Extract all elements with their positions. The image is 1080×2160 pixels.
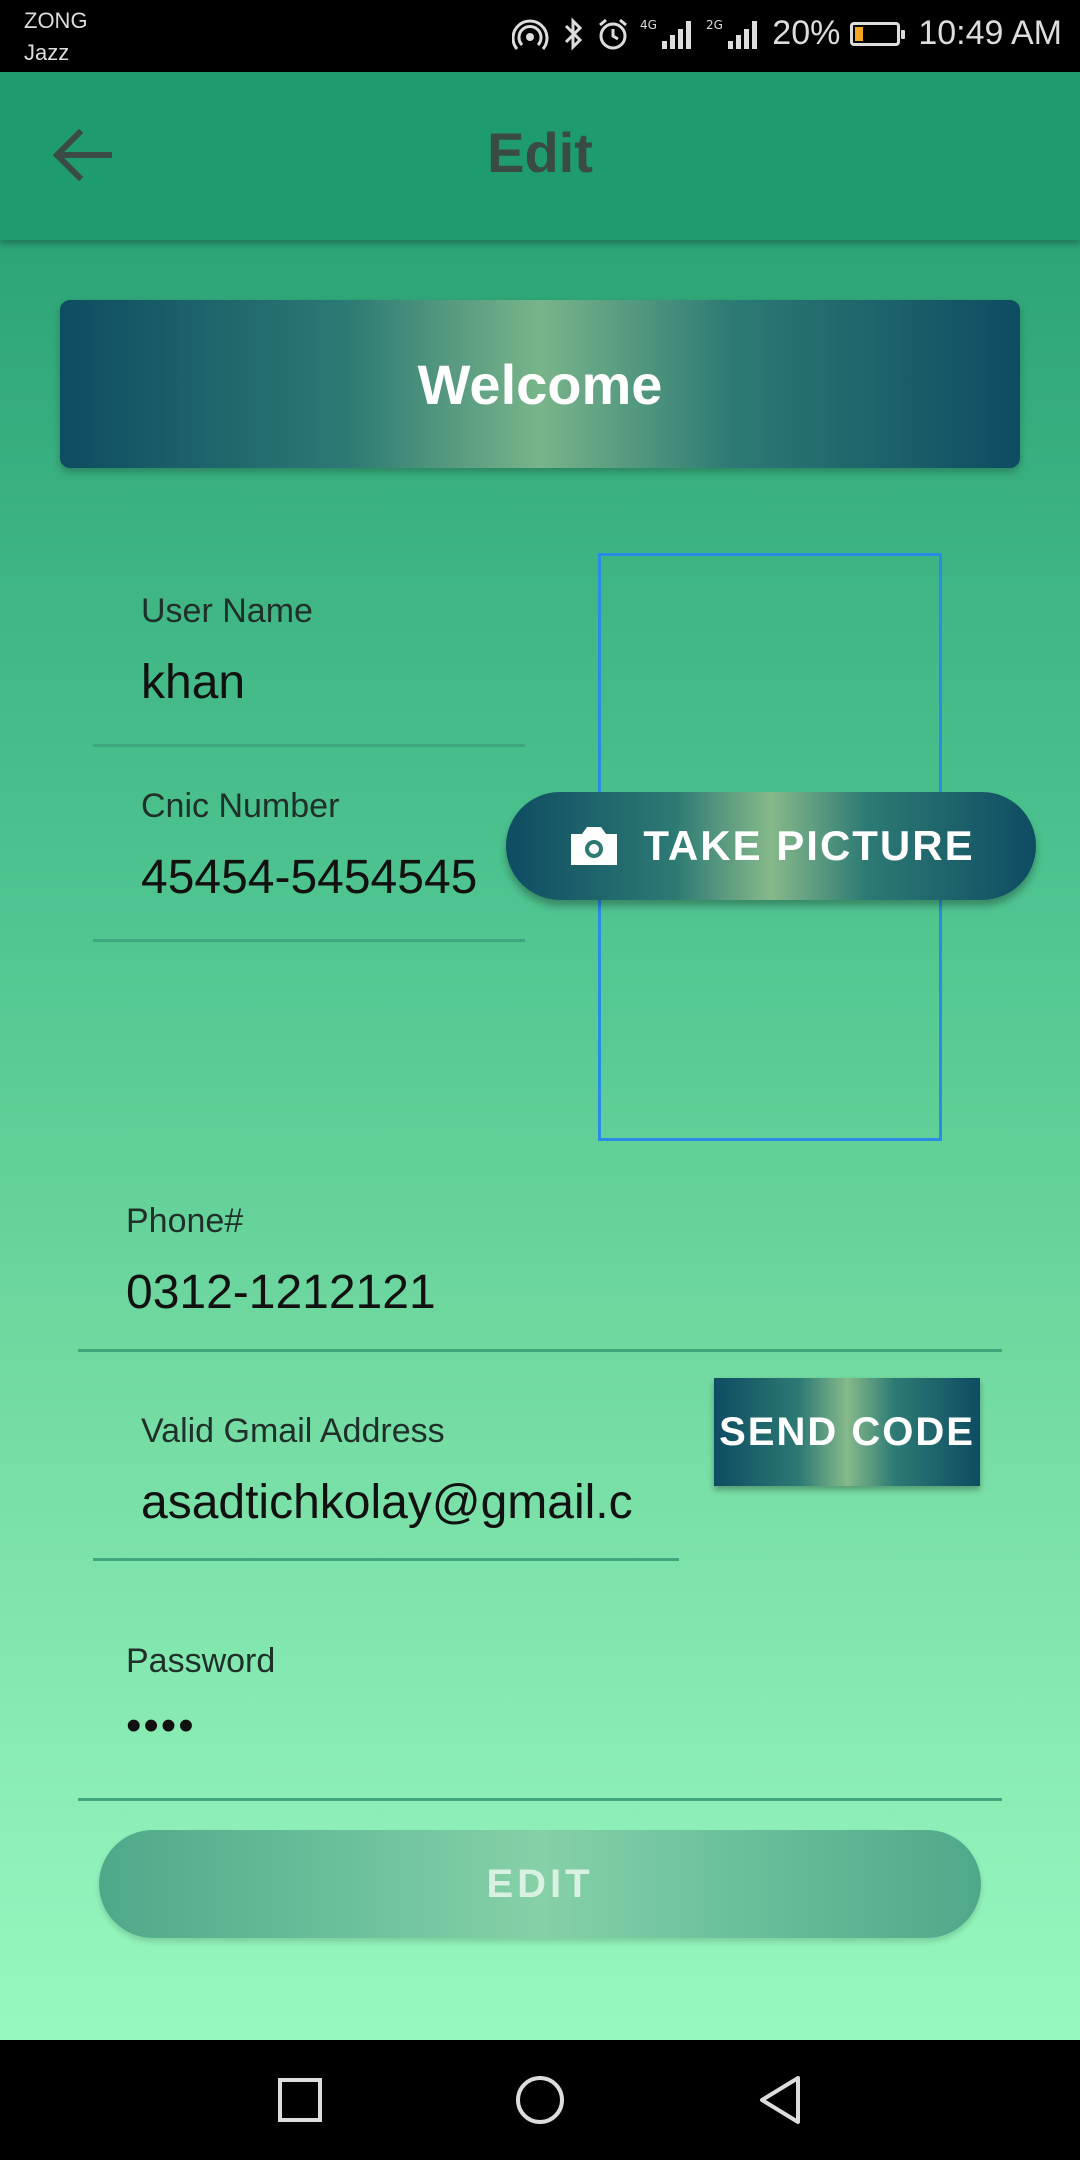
- svg-text:4G: 4G: [640, 18, 657, 32]
- user-name-input[interactable]: khan: [141, 655, 521, 710]
- welcome-banner: Welcome: [60, 300, 1020, 468]
- cnic-label: Cnic Number: [141, 787, 340, 825]
- battery-percent: 20%: [772, 14, 841, 52]
- signal-2g-icon: 2G: [706, 18, 758, 49]
- home-icon: [516, 2076, 564, 2124]
- recent-apps-button[interactable]: [270, 2070, 330, 2130]
- email-label: Valid Gmail Address: [141, 1412, 445, 1450]
- password-label: Password: [126, 1642, 276, 1680]
- app-bar: Edit: [0, 72, 1080, 240]
- email-field[interactable]: Valid Gmail Address asadtichkolay@gmail.…: [141, 1412, 633, 1530]
- battery-level: [855, 26, 864, 41]
- phone-underline: [78, 1349, 1002, 1352]
- clock: 10:49 AM: [918, 14, 1062, 52]
- password-underline: [78, 1798, 1002, 1801]
- back-nav-button[interactable]: [750, 2070, 810, 2130]
- app-screen: Edit Welcome User Name khan Cnic Number …: [0, 72, 1080, 2040]
- signal-4g-icon: 4G: [640, 18, 692, 49]
- edit-button[interactable]: EDIT: [99, 1830, 981, 1938]
- cnic-field[interactable]: Cnic Number 45454-5454545: [141, 787, 521, 905]
- page-title: Edit: [487, 121, 593, 184]
- password-input[interactable]: ••••: [126, 1701, 926, 1751]
- email-underline: [93, 1558, 679, 1561]
- system-nav-bar: [0, 2040, 1080, 2160]
- user-name-field[interactable]: User Name khan: [141, 592, 521, 710]
- status-bar: ZONG Jazz 4G 2G 20% 10:49 AM: [0, 0, 1080, 72]
- home-button[interactable]: [510, 2070, 570, 2130]
- phone-input[interactable]: 0312-1212121: [126, 1265, 926, 1320]
- take-picture-label: TAKE PICTURE: [643, 822, 975, 869]
- carrier-primary: ZONG: [24, 8, 88, 33]
- take-picture-button[interactable]: TAKE PICTURE: [506, 792, 1036, 900]
- carrier-secondary: Jazz: [24, 40, 70, 65]
- phone-label: Phone#: [126, 1202, 244, 1240]
- status-icons: 4G 2G 20% 10:49 AM: [512, 14, 1062, 53]
- bluetooth-icon: [565, 16, 583, 51]
- recent-apps-icon: [278, 2078, 322, 2122]
- svg-text:2G: 2G: [706, 18, 723, 32]
- back-nav-icon: [760, 2076, 800, 2124]
- user-name-underline: [93, 744, 525, 747]
- send-code-label: SEND CODE: [719, 1409, 975, 1454]
- alarm-icon: [599, 18, 628, 49]
- password-field[interactable]: Password ••••: [126, 1642, 926, 1751]
- user-name-label: User Name: [141, 592, 313, 630]
- edit-button-label: EDIT: [486, 1861, 594, 1906]
- camera-icon: [571, 827, 618, 865]
- cnic-underline: [93, 939, 525, 942]
- hotspot-icon: [512, 19, 549, 50]
- battery-icon: [850, 21, 906, 46]
- phone-field[interactable]: Phone# 0312-1212121: [126, 1202, 926, 1320]
- welcome-text: Welcome: [417, 352, 663, 416]
- email-input[interactable]: asadtichkolay@gmail.c: [141, 1475, 633, 1530]
- cnic-input[interactable]: 45454-5454545: [141, 850, 521, 905]
- send-code-button[interactable]: SEND CODE: [714, 1378, 980, 1486]
